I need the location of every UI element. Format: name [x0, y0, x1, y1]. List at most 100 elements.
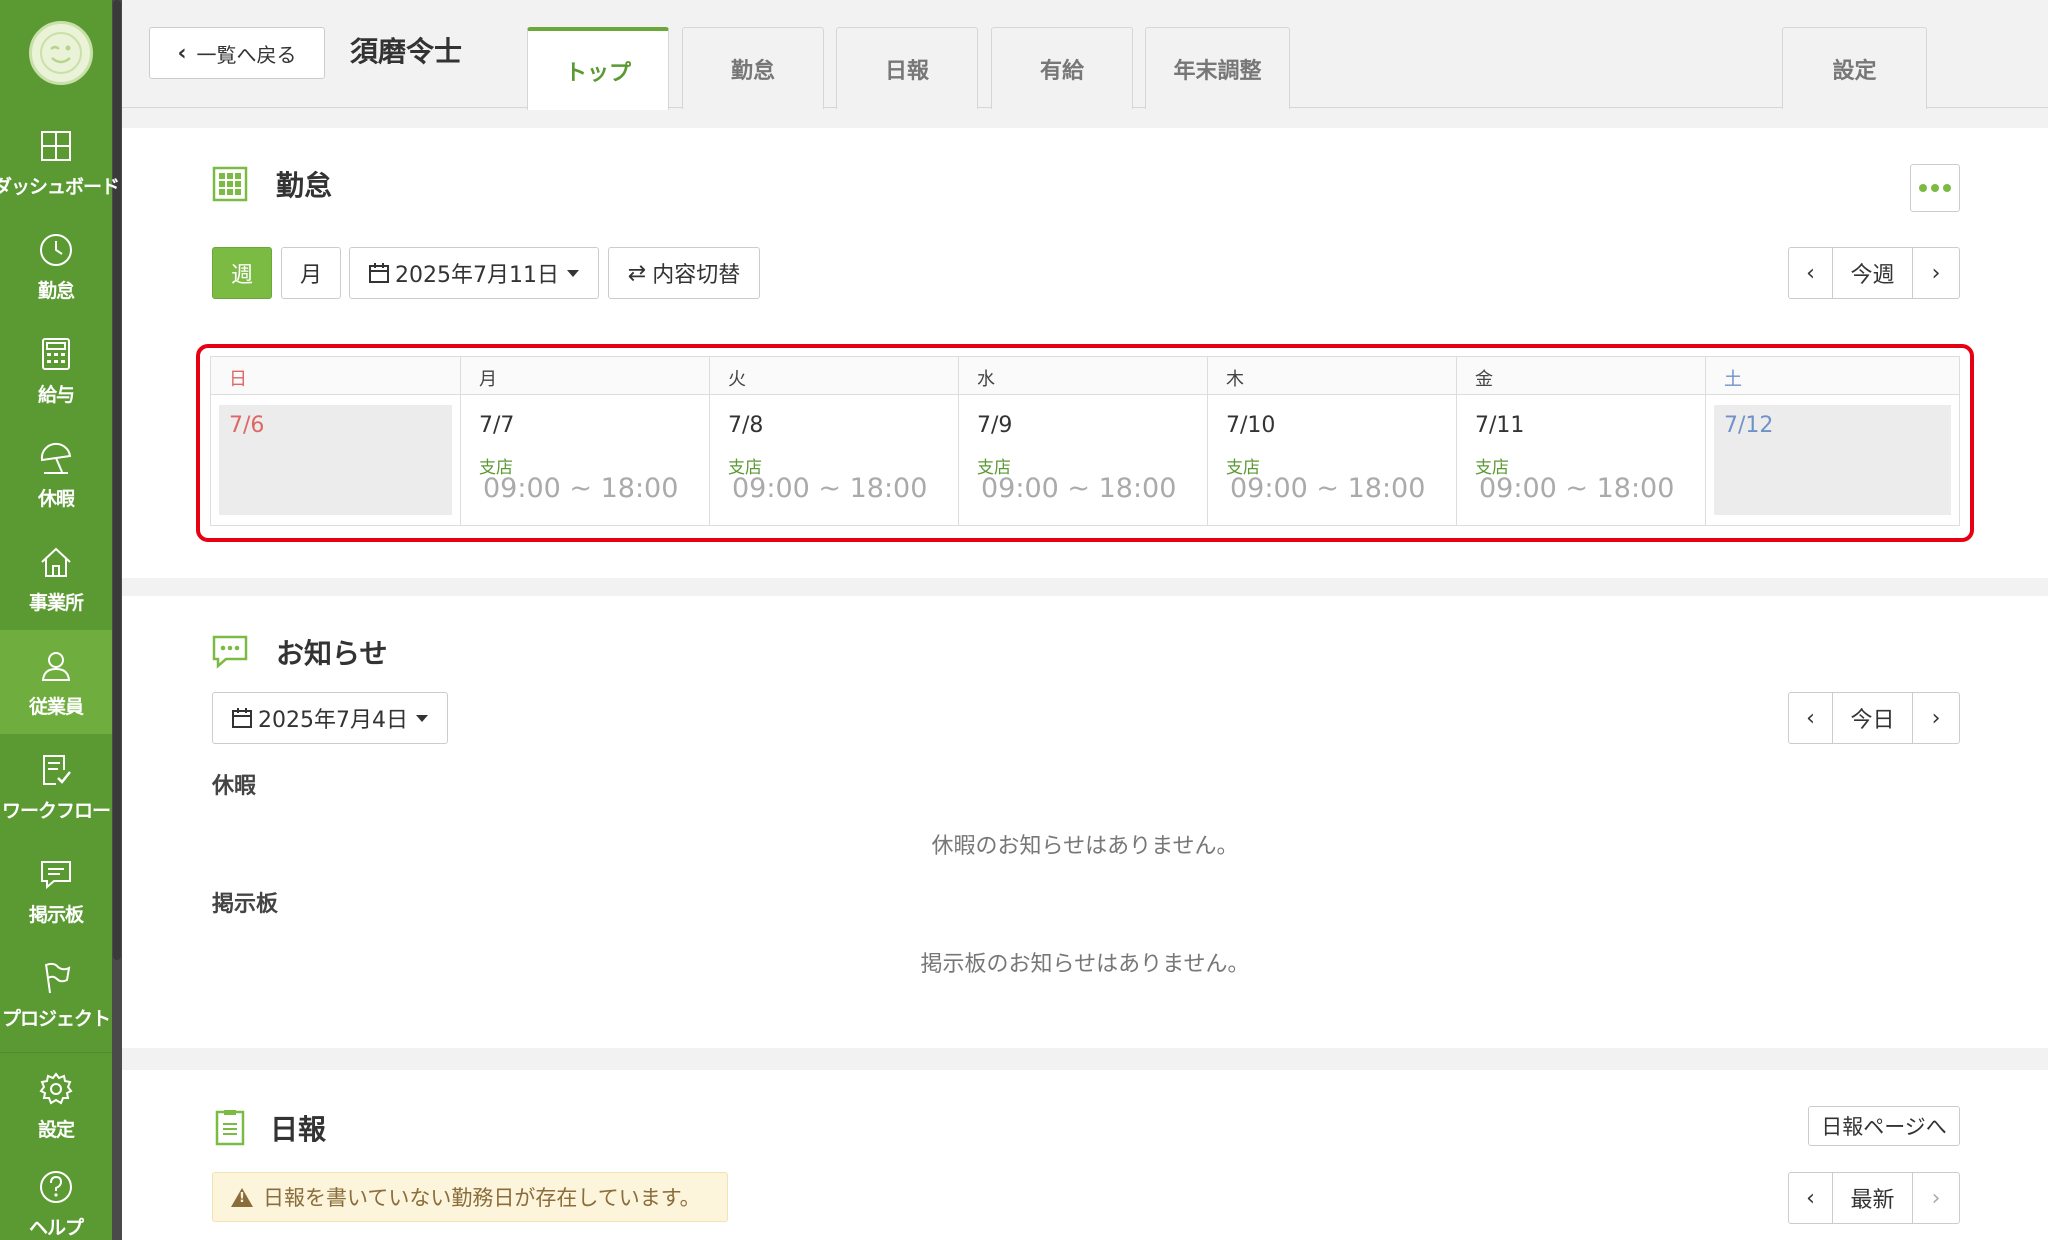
- calendar-icon: [369, 263, 389, 283]
- switch-content-label: 内容切替: [652, 263, 741, 288]
- this-week-label: 今週: [1850, 263, 1895, 288]
- next-day-button[interactable]: ›: [1913, 693, 1959, 743]
- chevron-left-icon: ‹: [1806, 260, 1815, 286]
- day-of-week: 土: [1724, 369, 1742, 390]
- chevron-right-icon: ›: [1931, 260, 1941, 286]
- switch-content-button[interactable]: ⇄ 内容切替: [608, 247, 760, 299]
- day-date: 7/7: [479, 413, 515, 438]
- home-icon: [41, 547, 71, 577]
- sidebar-item-label: 給与: [37, 383, 75, 406]
- day-of-week: 日: [229, 369, 247, 390]
- back-to-list-button[interactable]: ‹ 一覧へ戻る: [149, 27, 325, 79]
- next-report-button[interactable]: ›: [1913, 1173, 1959, 1223]
- date-picker-label: 2025年7月11日: [395, 263, 559, 288]
- warning-text: 日報を書いていない勤務日が存在しています。: [263, 1186, 701, 1210]
- prev-week-button[interactable]: ‹: [1789, 248, 1833, 298]
- week-view-label: 週: [230, 263, 253, 288]
- today-label: 今日: [1850, 708, 1895, 733]
- document-icon: [215, 1110, 245, 1146]
- more-options-button[interactable]: [1910, 164, 1960, 212]
- message-icon: [41, 860, 71, 889]
- warning-icon: [231, 1187, 253, 1207]
- sidebar-item-label: ヘルプ: [28, 1217, 84, 1239]
- notice-date-label: 2025年7月4日: [258, 708, 408, 733]
- sidebar-item-leave[interactable]: 休暇: [0, 422, 112, 526]
- main-content: 勤怠 週 月 2025年7月11日 ⇄ 内容切替 ‹ 今週 › 日 7/6 月 …: [122, 108, 2048, 1240]
- daily-report-panel: 日報 日報ページへ 日報を書いていない勤務日が存在しています。 ‹ 最新 ›: [122, 1070, 2048, 1240]
- calculator-icon: [42, 337, 70, 370]
- sidebar-item-dashboard[interactable]: ダッシュボード: [0, 110, 120, 214]
- sidebar-item-employees[interactable]: 従業員: [0, 630, 112, 734]
- chevron-left-icon: ‹: [177, 40, 187, 66]
- sidebar-item-label: 設定: [37, 1118, 75, 1141]
- sidebar-item-attendance[interactable]: 勤怠: [0, 214, 112, 318]
- week-view-button[interactable]: 週: [212, 247, 272, 299]
- sidebar-item-office[interactable]: 事業所: [0, 526, 112, 630]
- week-calendar: 日 7/6 月 7/7 支店 09:00 ~ 18:00 火 7/8 支店 09…: [210, 356, 1960, 526]
- calendar-day[interactable]: 木 7/10 支店 09:00 ~ 18:00: [1208, 357, 1457, 525]
- dashboard-icon: [41, 130, 71, 161]
- calendar-day[interactable]: 水 7/9 支店 09:00 ~ 18:00: [959, 357, 1208, 525]
- tab-attendance[interactable]: 勤怠: [682, 27, 824, 109]
- chevron-right-icon: ›: [1931, 1185, 1941, 1211]
- next-week-button[interactable]: ›: [1913, 248, 1959, 298]
- smiley-logo-icon: [40, 32, 82, 74]
- sidebar-item-label: 勤怠: [37, 279, 75, 302]
- this-week-button[interactable]: 今週: [1833, 248, 1913, 298]
- umbrella-icon: [40, 442, 72, 474]
- attendance-title-row: 勤怠: [212, 164, 332, 204]
- tab-label: 勤怠: [730, 58, 775, 84]
- tab-label: 日報: [884, 58, 929, 84]
- tab-label: トップ: [564, 60, 631, 86]
- day-of-week: 火: [728, 369, 746, 390]
- logo[interactable]: [29, 21, 93, 85]
- day-date: 7/11: [1475, 413, 1525, 438]
- calendar-day[interactable]: 日 7/6: [211, 357, 461, 525]
- week-navigation: ‹ 今週 ›: [1788, 247, 1960, 299]
- goto-daily-page-button[interactable]: 日報ページへ: [1808, 1106, 1960, 1146]
- today-button[interactable]: 今日: [1833, 693, 1913, 743]
- day-shift-time: 09:00 ~ 18:00: [981, 473, 1177, 504]
- calendar-day[interactable]: 金 7/11 支店 09:00 ~ 18:00: [1457, 357, 1706, 525]
- tab-settings[interactable]: 設定: [1782, 27, 1927, 109]
- swap-arrows-icon: ⇄: [627, 260, 647, 286]
- day-shift-time: 09:00 ~ 18:00: [732, 473, 928, 504]
- chevron-left-icon: ‹: [1806, 705, 1815, 731]
- sidebar-item-project[interactable]: プロジェクト: [0, 942, 112, 1046]
- tab-daily-report[interactable]: 日報: [836, 27, 978, 109]
- sidebar-item-label: ダッシュボード: [0, 175, 120, 198]
- help-icon: [40, 1171, 72, 1203]
- prev-day-button[interactable]: ‹: [1789, 693, 1833, 743]
- day-of-week: 木: [1226, 369, 1244, 390]
- sidebar-item-help[interactable]: ヘルプ: [0, 1157, 112, 1240]
- latest-button[interactable]: 最新: [1833, 1173, 1913, 1223]
- month-view-button[interactable]: 月: [281, 247, 341, 299]
- tab-year-end-adjustment[interactable]: 年末調整: [1145, 27, 1290, 109]
- prev-report-button[interactable]: ‹: [1789, 1173, 1833, 1223]
- sidebar-item-settings[interactable]: 設定: [0, 1053, 112, 1157]
- date-picker-button[interactable]: 2025年7月11日: [349, 247, 599, 299]
- tab-label: 年末調整: [1173, 58, 1262, 84]
- sidebar-item-board[interactable]: 掲示板: [0, 838, 112, 942]
- flag-icon: [45, 962, 71, 993]
- calendar-day[interactable]: 月 7/7 支店 09:00 ~ 18:00: [461, 357, 710, 525]
- sidebar-scrollbar-thumb[interactable]: [113, 0, 121, 960]
- sidebar-item-label: 休暇: [37, 487, 75, 510]
- caret-down-icon: [566, 269, 579, 277]
- goto-daily-page-label: 日報ページへ: [1821, 1115, 1947, 1139]
- workflow-icon: [43, 754, 71, 785]
- sidebar-item-payroll[interactable]: 給与: [0, 318, 112, 422]
- sidebar: ダッシュボード 勤怠 給与 休暇 事業所 従業員 ワークフロー 掲示板 プロジェ…: [0, 0, 122, 1240]
- caret-down-icon: [415, 714, 428, 722]
- more-dots-icon: [1919, 184, 1951, 192]
- calendar-day[interactable]: 火 7/8 支店 09:00 ~ 18:00: [710, 357, 959, 525]
- notices-panel: お知らせ 2025年7月4日 ‹ 今日 › 休暇 休暇のお知らせはありません。 …: [122, 596, 2048, 1048]
- calendar-day[interactable]: 土 7/12: [1706, 357, 1959, 525]
- chevron-right-icon: ›: [1931, 705, 1941, 731]
- notice-date-picker-button[interactable]: 2025年7月4日: [212, 692, 448, 744]
- page-title: 須磨令士: [350, 35, 463, 68]
- tab-paid-leave[interactable]: 有給: [991, 27, 1133, 109]
- sidebar-item-label: 掲示板: [28, 903, 84, 926]
- tab-top[interactable]: トップ: [527, 27, 669, 110]
- sidebar-item-workflow[interactable]: ワークフロー: [0, 734, 112, 838]
